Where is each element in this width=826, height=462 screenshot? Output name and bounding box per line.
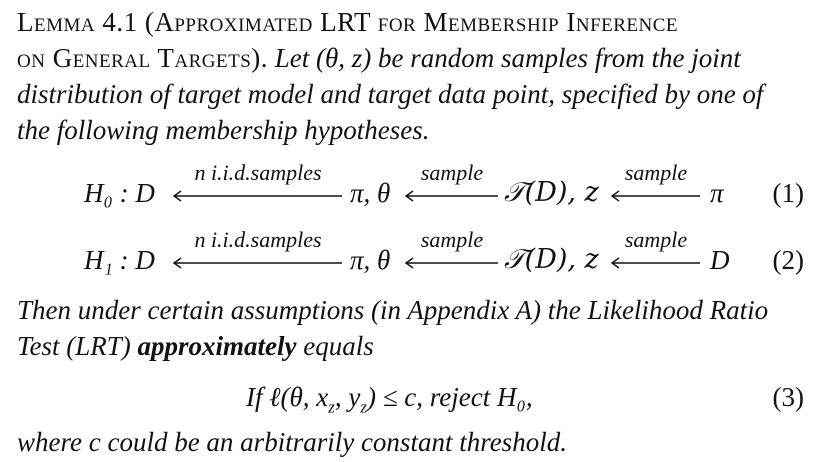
h0-lhs: H₀ : D <box>84 178 155 208</box>
h0-arrow-label-2: sample <box>420 160 484 185</box>
equation-number-1: (1) <box>772 178 804 208</box>
conclusion-pre: Test (LRT) <box>17 331 138 361</box>
h1-mid-1: π, θ <box>350 245 391 275</box>
test-equation-mid: , y <box>334 382 361 412</box>
lemma-statement-1: Let (θ, z) be random samples from the jo… <box>274 43 741 73</box>
lemma-statement-3: the following membership hypotheses. <box>17 115 430 145</box>
conclusion-line-2: Test (LRT) approximately equals <box>17 328 807 364</box>
h0-left-arrow-3 <box>610 190 700 202</box>
lemma-statement-2: distribution of target model and target … <box>17 79 764 109</box>
h0-mid-2: 𝒯(D), z <box>504 177 599 208</box>
h0-arrow-label-1: n i.i.d.samples <box>194 160 322 185</box>
h1-arrow-label-3: sample <box>624 227 688 252</box>
h0-mid-1: π, θ <box>350 178 391 208</box>
h0-arrow-label-3: sample <box>624 160 688 185</box>
h1-arrow-label-1: n i.i.d.samples <box>194 227 322 252</box>
test-equation: If ℓ(θ, xz, yz) ≤ c, reject H₀, (3) <box>0 378 826 418</box>
conclusion-post: equals <box>296 331 374 361</box>
h0-rhs: π <box>710 178 724 208</box>
h1-left-arrow-2 <box>404 257 498 269</box>
h1-mid-2: 𝒯(D), z <box>504 244 599 275</box>
lemma-heading-line-1: Lemma 4.1 (Approximated LRT for Membersh… <box>17 4 807 40</box>
test-equation-sub-1: z <box>328 397 335 417</box>
hypothesis-h1: H₁ : D n i.i.d.samples π, θ sample 𝒯(D),… <box>0 227 826 291</box>
lemma-heading-continued: on General Targets). <box>17 43 269 73</box>
lemma-page: Lemma 4.1 (Approximated LRT for Membersh… <box>0 0 826 462</box>
equation-number-3: (3) <box>772 382 804 412</box>
test-equation-text: If ℓ(θ, x <box>246 382 329 412</box>
lemma-heading-line-2: on General Targets). Let (θ, z) be rando… <box>17 40 807 76</box>
lemma-heading: Lemma 4.1 (Approximated LRT for Membersh… <box>17 7 679 37</box>
conclusion-line-1: Then under certain assumptions (in Appen… <box>17 295 769 325</box>
h1-rhs: D <box>710 245 730 275</box>
closing-line: where c could be an arbitrarily constant… <box>17 427 567 457</box>
hypothesis-h0: H₀ : D n i.i.d.samples π, θ sample 𝒯(D),… <box>0 160 826 224</box>
conclusion-bold: approximately <box>137 331 297 361</box>
test-equation-tail: ) ≤ c, reject H₀, <box>366 382 533 412</box>
h0-left-arrow-2 <box>404 190 498 202</box>
h1-left-arrow-1 <box>172 257 342 269</box>
equation-number-2: (2) <box>772 245 804 275</box>
h1-lhs: H₁ : D <box>84 245 155 275</box>
test-equation-sub-2: z <box>360 397 367 417</box>
test-equation-body: If ℓ(θ, xz, yz) ≤ c, reject H₀, <box>246 382 533 422</box>
h1-left-arrow-3 <box>610 257 700 269</box>
h0-left-arrow-1 <box>172 190 342 202</box>
h1-arrow-label-2: sample <box>420 227 484 252</box>
